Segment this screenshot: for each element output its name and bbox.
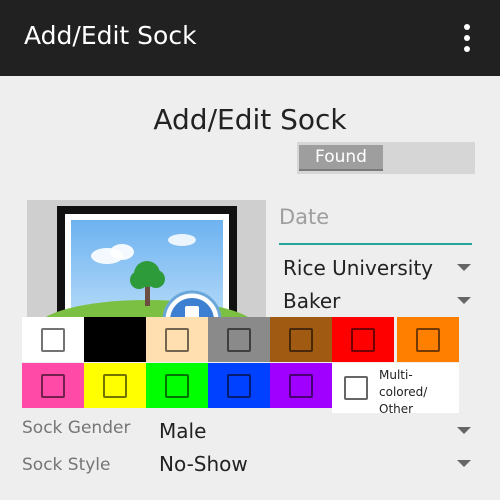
image-placeholder-icon <box>41 206 253 320</box>
color-swatch-purple[interactable] <box>270 363 332 408</box>
college-dropdown[interactable]: Baker <box>283 289 473 319</box>
color-swatch-green[interactable] <box>146 363 208 408</box>
multicolored-label: Multi- colored/ Other <box>379 367 427 418</box>
chevron-down-icon <box>457 427 471 434</box>
found-toggle-label: Found <box>299 145 383 171</box>
color-swatch-yellow[interactable] <box>84 363 146 408</box>
color-picker: Multi- colored/ Other <box>22 317 459 416</box>
chevron-down-icon <box>457 264 471 271</box>
color-swatch-brown[interactable] <box>270 317 332 362</box>
color-swatch-black[interactable] <box>84 317 146 362</box>
color-swatch-white[interactable] <box>22 317 84 362</box>
color-swatch-beige[interactable] <box>146 317 208 362</box>
date-input[interactable] <box>279 203 472 229</box>
color-swatch-multicolored[interactable]: Multi- colored/ Other <box>332 363 459 416</box>
multicolored-label-line1: Multi- <box>379 368 413 382</box>
sock-style-value: No-Show <box>159 452 248 476</box>
color-swatch-red[interactable] <box>332 317 394 362</box>
college-value: Baker <box>283 289 341 313</box>
sock-gender-label: Sock Gender <box>22 418 131 438</box>
sock-style-label: Sock Style <box>22 455 111 475</box>
multicolored-label-line2: colored/ <box>379 385 428 399</box>
multicolored-label-line3: Other <box>379 402 414 416</box>
color-swatch-orange[interactable] <box>397 317 459 362</box>
chevron-down-icon <box>457 460 471 467</box>
university-value: Rice University <box>283 256 433 280</box>
date-field[interactable] <box>279 203 472 245</box>
chevron-down-icon <box>457 297 471 304</box>
sock-photo-button[interactable] <box>27 200 266 320</box>
color-swatch-gray[interactable] <box>208 317 270 362</box>
university-dropdown[interactable]: Rice University <box>283 256 473 286</box>
app-bar: Add/Edit Sock <box>0 0 500 76</box>
color-swatch-pink[interactable] <box>22 363 84 408</box>
page-title: Add/Edit Sock <box>153 103 347 136</box>
app-bar-title: Add/Edit Sock <box>24 21 197 50</box>
sock-gender-value: Male <box>159 419 207 443</box>
sock-style-dropdown[interactable]: No-Show <box>159 452 473 482</box>
sock-gender-dropdown[interactable]: Male <box>159 419 473 449</box>
more-vert-icon[interactable] <box>454 24 480 52</box>
color-swatch-blue[interactable] <box>208 363 270 408</box>
found-toggle[interactable]: Found <box>297 142 475 174</box>
